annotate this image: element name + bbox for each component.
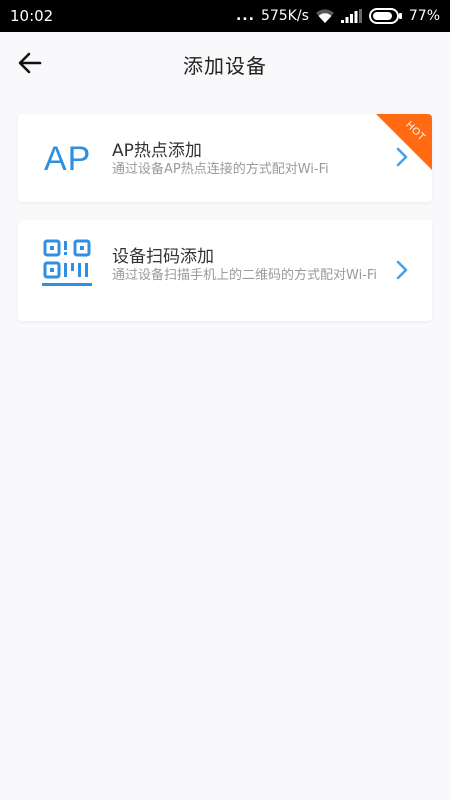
wifi-icon [315,8,335,24]
battery-icon [368,8,403,24]
hot-badge: HOT [376,114,432,170]
status-bar: 10:02 ... 575K/s 77% [0,0,450,32]
option-title: 设备扫码添加 [112,247,214,267]
network-speed: 575K/s [260,8,309,24]
app-bar: 添加设备 [0,32,450,94]
option-description: 通过设备AP热点连接的方式配对Wi-Fi [112,162,329,177]
qr-code-icon [42,239,92,286]
option-title: AP热点添加 [112,141,202,161]
status-dots: ... [235,8,255,24]
qr-scan-option[interactable]: 设备扫码添加 通过设备扫描手机上的二维码的方式配对Wi-Fi [18,220,432,321]
signal-icon [340,9,363,23]
page-title: 添加设备 [183,54,267,78]
status-icons: ... 575K/s 77% [236,8,440,24]
option-description: 通过设备扫描手机上的二维码的方式配对Wi-Fi [112,268,378,283]
ap-hotspot-option[interactable]: AP AP热点添加 通过设备AP热点连接的方式配对Wi-Fi HOT [18,114,432,202]
ap-logo: AP [44,140,92,178]
status-time: 10:02 [10,7,54,25]
chevron-right-icon [396,260,408,280]
battery-percent: 77% [408,8,440,24]
